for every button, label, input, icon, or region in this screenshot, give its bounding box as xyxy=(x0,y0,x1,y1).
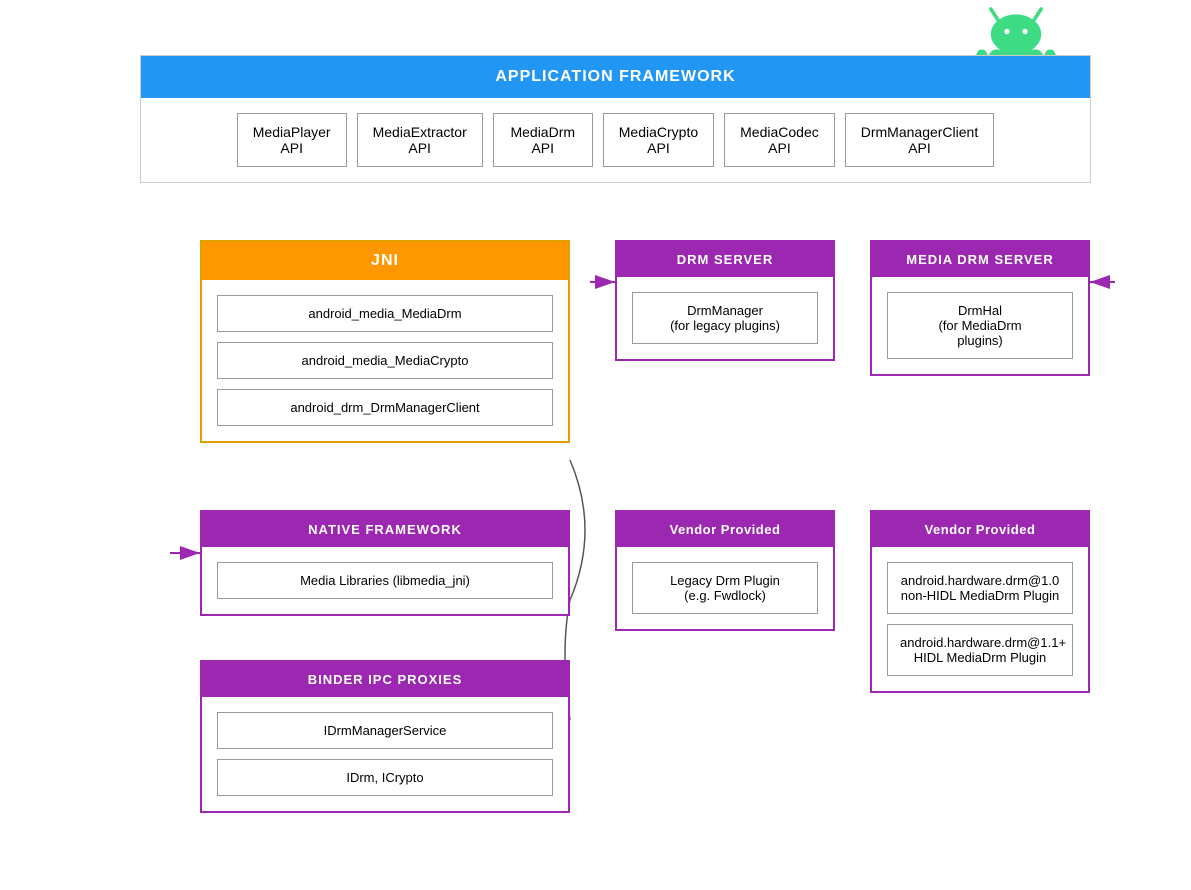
jni-section: JNI android_media_MediaDrm android_media… xyxy=(200,240,570,443)
api-box-mediadrm: MediaDrmAPI xyxy=(493,113,593,167)
jni-item-drmmanagerclient: android_drm_DrmManagerClient xyxy=(217,389,553,426)
api-box-mediaextractor: MediaExtractorAPI xyxy=(357,113,483,167)
media-drm-server-header: MEDIA DRM SERVER xyxy=(872,242,1088,277)
api-box-mediaplayer: MediaPlayerAPI xyxy=(237,113,347,167)
vendor-provided-left-section: Vendor Provided Legacy Drm Plugin(e.g. F… xyxy=(615,510,835,631)
native-framework-section: NATIVE FRAMEWORK Media Libraries (libmed… xyxy=(200,510,570,616)
app-framework-header: APPLICATION FRAMEWORK xyxy=(141,56,1090,98)
vendor-right-body: android.hardware.drm@1.0non-HIDL MediaDr… xyxy=(872,547,1088,691)
hidl-11-box: android.hardware.drm@1.1+HIDL MediaDrm P… xyxy=(887,624,1073,676)
drm-server-header: DRM SERVER xyxy=(617,242,833,277)
idrm-manager-service-box: IDrmManagerService xyxy=(217,712,553,749)
api-box-mediacrypto: MediaCryptoAPI xyxy=(603,113,714,167)
media-libraries-box: Media Libraries (libmedia_jni) xyxy=(217,562,553,599)
media-drm-server-body: DrmHal(for MediaDrmplugins) xyxy=(872,277,1088,374)
jni-item-mediacrypto: android_media_MediaCrypto xyxy=(217,342,553,379)
vendor-left-header: Vendor Provided xyxy=(617,512,833,547)
api-box-mediacodec: MediaCodecAPI xyxy=(724,113,835,167)
diagram-container: APPLICATION FRAMEWORK MediaPlayerAPI Med… xyxy=(0,0,1191,890)
vendor-provided-right-section: Vendor Provided android.hardware.drm@1.0… xyxy=(870,510,1090,693)
native-framework-body: Media Libraries (libmedia_jni) xyxy=(202,547,568,614)
jni-body: android_media_MediaDrm android_media_Med… xyxy=(202,280,568,441)
legacy-drm-plugin-box: Legacy Drm Plugin(e.g. Fwdlock) xyxy=(632,562,818,614)
drm-server-body: DrmManager(for legacy plugins) xyxy=(617,277,833,359)
hidl-10-box: android.hardware.drm@1.0non-HIDL MediaDr… xyxy=(887,562,1073,614)
binder-header: BINDER IPC PROXIES xyxy=(202,662,568,697)
jni-header: JNI xyxy=(202,242,568,280)
drmhal-box: DrmHal(for MediaDrmplugins) xyxy=(887,292,1073,359)
binder-body: IDrmManagerService IDrm, ICrypto xyxy=(202,697,568,811)
jni-item-mediadrm: android_media_MediaDrm xyxy=(217,295,553,332)
drm-manager-box: DrmManager(for legacy plugins) xyxy=(632,292,818,344)
app-framework-body: MediaPlayerAPI MediaExtractorAPI MediaDr… xyxy=(141,98,1090,182)
media-drm-server-section: MEDIA DRM SERVER DrmHal(for MediaDrmplug… xyxy=(870,240,1090,376)
api-box-drmmanagerclient: DrmManagerClientAPI xyxy=(845,113,994,167)
native-framework-header: NATIVE FRAMEWORK xyxy=(202,512,568,547)
vendor-right-header: Vendor Provided xyxy=(872,512,1088,547)
binder-section: BINDER IPC PROXIES IDrmManagerService ID… xyxy=(200,660,570,813)
drm-server-section: DRM SERVER DrmManager(for legacy plugins… xyxy=(615,240,835,361)
idrm-icrypto-box: IDrm, ICrypto xyxy=(217,759,553,796)
app-framework-section: APPLICATION FRAMEWORK MediaPlayerAPI Med… xyxy=(140,55,1091,183)
vendor-left-body: Legacy Drm Plugin(e.g. Fwdlock) xyxy=(617,547,833,629)
